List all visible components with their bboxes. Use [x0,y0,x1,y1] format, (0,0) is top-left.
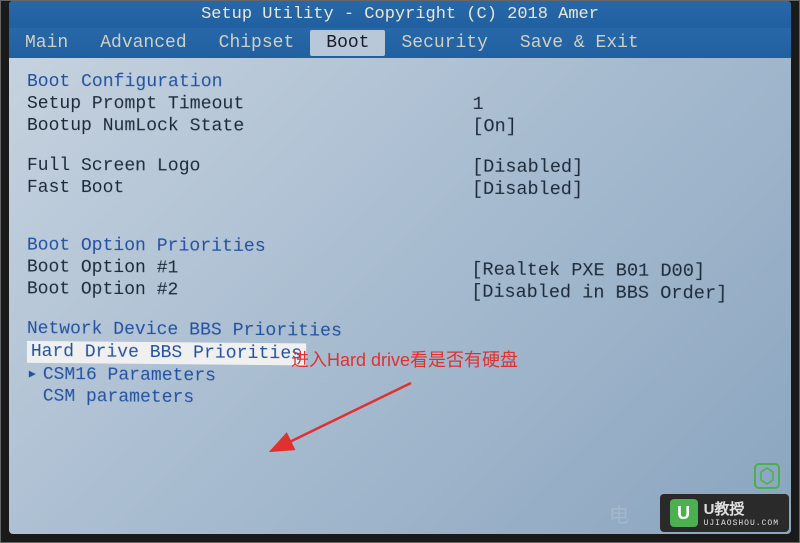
logo-value[interactable]: [Disabled] [472,157,583,178]
boot-option-1-label: Boot Option #1 [27,258,472,281]
cursor-arrow-icon: ▸ [27,363,43,385]
annotation-arrow-icon [251,371,431,471]
watermark-logo: U U教授 UJIAOSHOU.COM [660,494,789,532]
fastboot-label: Fast Boot [27,178,472,200]
setup-prompt-value[interactable]: 1 [473,95,484,115]
boot-priorities-header: Boot Option Priorities [27,236,788,261]
boot-config-header: Boot Configuration [27,72,790,93]
harddrive-bbs-item[interactable]: Hard Drive BBS Priorities [27,341,306,365]
menu-bar: Main Advanced Chipset Boot Security Save… [9,28,791,58]
boot-option-2-value[interactable]: [Disabled in BBS Order] [471,283,727,305]
menu-advanced[interactable]: Advanced [84,30,202,56]
menu-save-exit[interactable]: Save & Exit [504,30,655,56]
csm16-item[interactable]: CSM16 Parameters [43,365,216,387]
csm-item[interactable]: CSM parameters [43,387,194,408]
title-bar: Setup Utility - Copyright (C) 2018 Amer [9,1,791,28]
annotation-text: 进入Hard drive看是否有硬盘 [291,346,518,372]
numlock-label: Bootup NumLock State [27,116,473,137]
watermark-sub-text: UJIAOSHOU.COM [704,519,779,528]
numlock-value[interactable]: [On] [472,117,517,137]
watermark-u-icon: U [670,499,698,527]
fastboot-value[interactable]: [Disabled] [472,180,583,201]
title-text: Setup Utility - Copyright (C) 2018 Amer [201,5,599,24]
watermark-shield-icon [749,458,785,494]
boot-option-2-label: Boot Option #2 [27,279,471,302]
menu-boot[interactable]: Boot [310,30,385,56]
menu-main[interactable]: Main [9,30,84,56]
menu-chipset[interactable]: Chipset [203,30,311,56]
logo-label: Full Screen Logo [27,156,472,178]
boot-option-1-value[interactable]: [Realtek PXE B01 D00] [471,260,705,282]
watermark-main-text: U教授 [704,498,779,519]
menu-security[interactable]: Security [385,30,503,56]
setup-prompt-label: Setup Prompt Timeout [27,94,473,115]
watermark-ghost-text: 电 [609,499,629,528]
